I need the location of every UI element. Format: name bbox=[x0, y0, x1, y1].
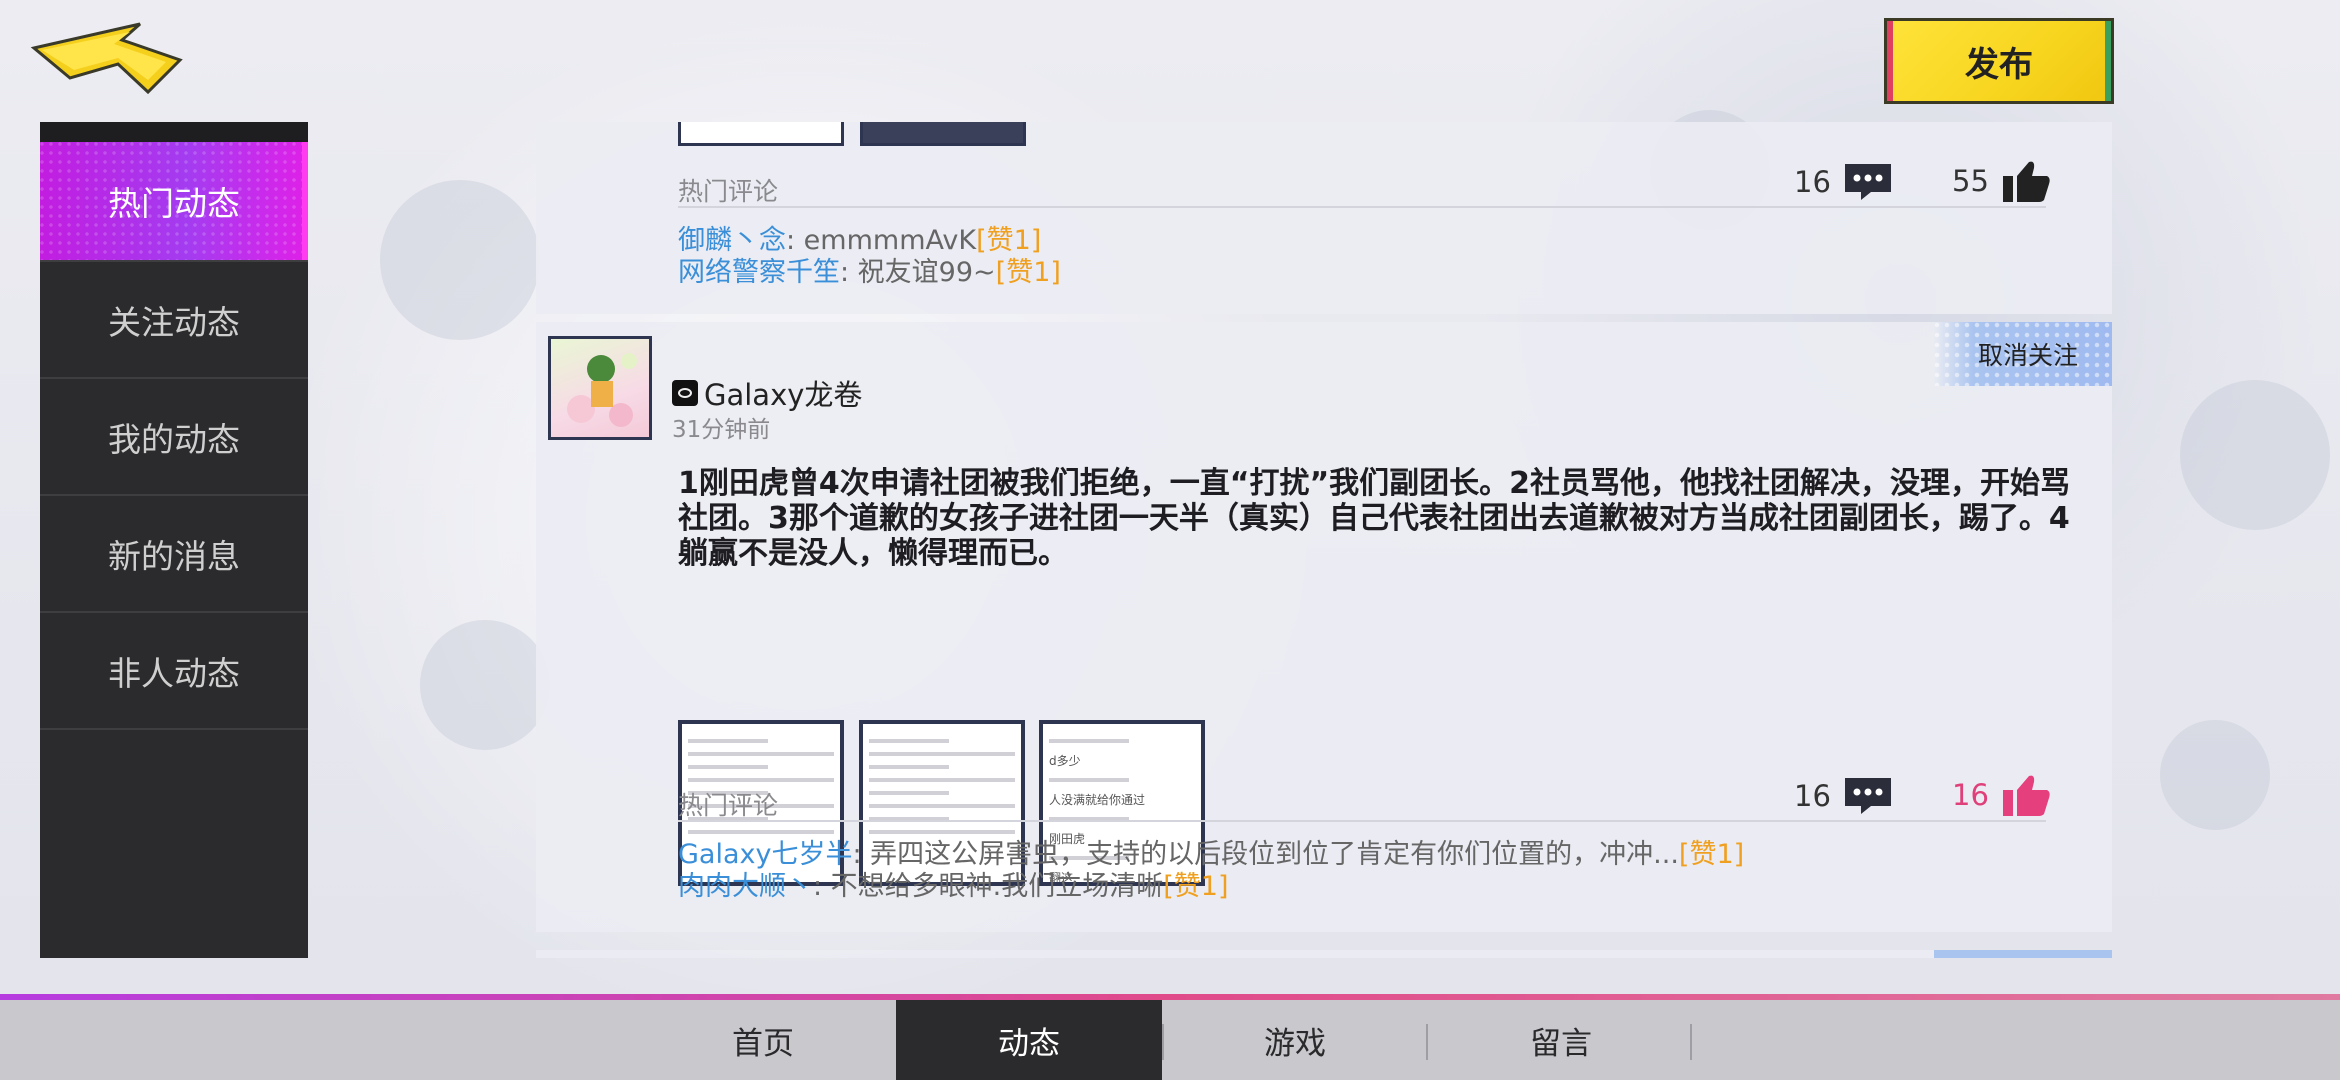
comment-icon bbox=[1844, 164, 1891, 200]
post-time: 31分钟前 bbox=[672, 417, 771, 443]
comment-text: : 不想给多眼神.我们立场清晰 bbox=[813, 871, 1164, 902]
back-arrow-button[interactable] bbox=[30, 18, 190, 98]
post-content: 1刚田虎曾4次申请社团被我们拒绝，一直“打扰”我们副团长。2社员骂他，他找社团解… bbox=[678, 466, 2071, 571]
divider bbox=[678, 206, 2046, 208]
sidebar-item-mine[interactable]: 我的动态 bbox=[40, 379, 308, 496]
comment-likes: [赞1] bbox=[995, 257, 1061, 288]
like-count-value: 55 bbox=[1952, 164, 1989, 198]
like-button[interactable]: 16 bbox=[1952, 772, 2051, 818]
post-card: 热门评论 16 55 御麟丶念: emmmmAvK[赞1] 网络警察千笙: 祝友… bbox=[536, 122, 2112, 314]
comment-user[interactable]: 肉肉大顺丶 bbox=[678, 871, 813, 902]
thumbs-up-icon bbox=[2002, 775, 2050, 816]
comment-count-value: 16 bbox=[1794, 165, 1831, 199]
comment-item[interactable]: 网络警察千笙: 祝友谊99~[赞1] bbox=[678, 250, 1061, 289]
post-author[interactable]: Galaxy龙卷 bbox=[672, 372, 862, 414]
comment-likes: [赞1] bbox=[1163, 871, 1229, 902]
post-card bbox=[536, 950, 2112, 958]
thumbs-up-icon bbox=[2002, 161, 2050, 202]
publish-button[interactable]: 发布 bbox=[1884, 18, 2114, 104]
sidebar-item-following[interactable]: 关注动态 bbox=[40, 262, 308, 379]
avatar[interactable] bbox=[548, 336, 652, 440]
comment-count[interactable]: 16 bbox=[1794, 162, 1893, 202]
like-count-value: 16 bbox=[1952, 778, 1989, 812]
comment-icon bbox=[1844, 778, 1891, 814]
eye-badge-icon bbox=[672, 380, 698, 406]
sidebar: 热门动态 关注动态 我的动态 新的消息 非人动态 bbox=[40, 122, 308, 958]
divider bbox=[678, 820, 2046, 822]
feed[interactable]: 热门评论 16 55 御麟丶念: emmmmAvK[赞1] 网络警察千笙: 祝友… bbox=[536, 122, 2112, 958]
back-arrow-icon bbox=[30, 22, 183, 95]
author-name: Galaxy龙卷 bbox=[704, 378, 863, 412]
avatar-image bbox=[567, 353, 637, 427]
thumb-text: 人没满就给你通过 bbox=[1049, 793, 1146, 807]
comment-count-value: 16 bbox=[1794, 779, 1831, 813]
post-card: Galaxy龙卷 31分钟前 取消关注 1刚田虎曾4次申请社团被我们拒绝，一直“… bbox=[536, 322, 2112, 932]
tab-home[interactable]: 首页 bbox=[630, 1000, 896, 1080]
thumb-text: d多少 bbox=[1049, 754, 1081, 768]
nav-separator bbox=[1690, 1024, 1692, 1060]
tab-games[interactable]: 游戏 bbox=[1162, 1000, 1428, 1080]
tab-feed[interactable]: 动态 bbox=[896, 1000, 1162, 1080]
post-image[interactable] bbox=[860, 122, 1026, 146]
comment-item[interactable]: 肉肉大顺丶: 不想给多眼神.我们立场清晰[赞1] bbox=[678, 864, 1229, 903]
comment-text: : 祝友谊99~ bbox=[840, 257, 996, 288]
hot-comments-label: 热门评论 bbox=[678, 177, 779, 206]
unfollow-button[interactable]: 取消关注 bbox=[1934, 322, 2112, 386]
comment-likes: [赞1] bbox=[1678, 839, 1745, 870]
hot-comments-label: 热门评论 bbox=[678, 791, 779, 820]
sidebar-item-hot[interactable]: 热门动态 bbox=[40, 142, 308, 262]
bottom-nav: 首页 动态 游戏 留言 bbox=[0, 1000, 2340, 1080]
unfollow-button[interactable] bbox=[1934, 950, 2112, 958]
sidebar-item-non-human[interactable]: 非人动态 bbox=[40, 613, 308, 730]
comment-count[interactable]: 16 bbox=[1794, 776, 1893, 816]
tab-messages[interactable]: 留言 bbox=[1428, 1000, 1694, 1080]
post-image[interactable] bbox=[678, 122, 844, 146]
comment-user[interactable]: 网络警察千笙 bbox=[678, 257, 840, 288]
sidebar-item-messages[interactable]: 新的消息 bbox=[40, 496, 308, 613]
like-button[interactable]: 55 bbox=[1952, 158, 2051, 204]
